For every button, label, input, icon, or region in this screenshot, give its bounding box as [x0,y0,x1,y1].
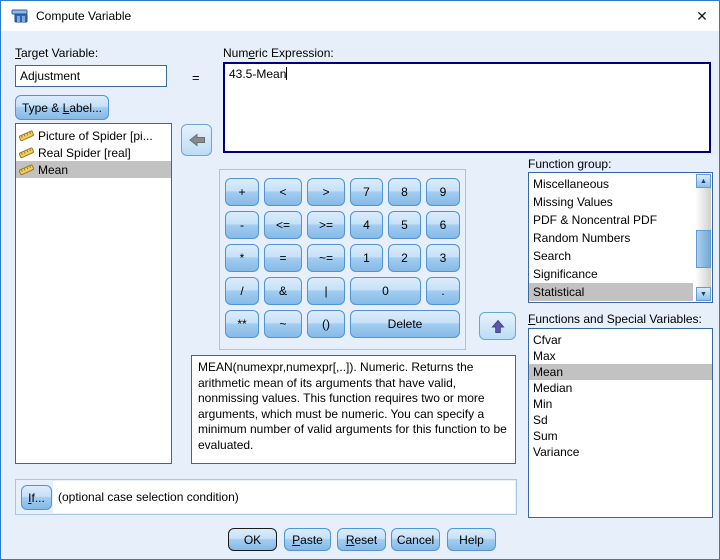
scrollbar-thumb[interactable] [696,230,711,268]
list-item[interactable]: Sd [529,412,712,428]
key-2[interactable]: 2 [388,244,421,272]
scale-measure-icon [19,129,34,142]
list-item[interactable]: Variance [529,444,712,460]
list-item[interactable]: PDF & Noncentral PDF [529,211,693,229]
list-item[interactable]: Max [529,348,712,364]
key-equal[interactable]: = [264,244,302,272]
scale-measure-icon [19,146,34,159]
functions-list[interactable]: Cfvar Max Mean Median Min Sd Sum Varianc… [528,328,713,518]
key-delete[interactable]: Delete [350,310,460,338]
key-not[interactable]: ~ [264,310,302,338]
function-group-list[interactable]: Miscellaneous Missing Values PDF & Nonce… [528,172,713,303]
compute-variable-dialog: Compute Variable ✕ Target Variable: = Ty… [0,0,720,560]
key-1[interactable]: 1 [350,244,383,272]
key-multiply[interactable]: * [225,244,259,272]
text-caret [286,67,288,80]
title-bar: Compute Variable ✕ [1,1,719,31]
key-plus[interactable]: + [225,178,259,206]
scale-measure-icon [19,163,34,176]
variable-name: Picture of Spider [pi... [38,128,153,143]
case-selection-group: (optional case selection condition) If..… [15,479,517,515]
scroll-down-icon[interactable]: ▼ [696,287,711,301]
key-4[interactable]: 4 [350,211,383,239]
dialog-title: Compute Variable [36,9,132,23]
calculator-keypad: + < > 7 8 9 - <= >= 4 5 6 * = ~= 1 2 3 /… [219,169,466,350]
scrollbar[interactable]: ▲ ▼ [696,174,711,301]
list-item-selected[interactable]: Mean [16,161,171,178]
list-item[interactable]: Significance [529,265,693,283]
insert-function-button[interactable] [479,312,516,340]
function-description: MEAN(numexpr,numexpr[,..]). Numeric. Ret… [191,355,516,464]
list-item[interactable]: Median [529,380,712,396]
equals-sign: = [192,70,200,85]
list-item[interactable]: Sum [529,428,712,444]
case-selection-condition: (optional case selection condition) [53,481,515,513]
scroll-up-icon[interactable]: ▲ [696,174,711,188]
key-or[interactable]: | [307,277,345,305]
list-item[interactable]: Random Numbers [529,229,693,247]
list-item[interactable]: Cfvar [529,332,712,348]
key-decimal[interactable]: . [426,277,460,305]
key-7[interactable]: 7 [350,178,383,206]
cancel-button[interactable]: Cancel [391,528,440,551]
variable-list[interactable]: Picture of Spider [pi... Real Spider [re… [15,123,172,464]
key-3[interactable]: 3 [426,244,460,272]
key-6[interactable]: 6 [426,211,460,239]
key-0[interactable]: 0 [350,277,421,305]
function-group-label: Function group: [528,157,612,171]
list-item[interactable]: Missing Values [529,193,693,211]
key-less-than[interactable]: < [264,178,302,206]
key-greater-than[interactable]: > [307,178,345,206]
list-item[interactable]: Search [529,247,693,265]
arrow-up-icon [490,319,505,334]
type-and-label-button[interactable]: Type & Label... [15,95,109,120]
target-variable-input[interactable] [15,65,167,87]
key-5[interactable]: 5 [388,211,421,239]
expression-text: 43.5-Mean [229,67,287,81]
key-greater-equal[interactable]: >= [307,211,345,239]
key-9[interactable]: 9 [426,178,460,206]
app-icon [11,8,28,24]
functions-label: Functions and Special Variables: [528,312,702,326]
list-item[interactable]: Miscellaneous [529,175,693,193]
key-minus[interactable]: - [225,211,259,239]
if-button[interactable]: If... [21,485,52,510]
ok-button[interactable]: OK [228,528,277,551]
key-and[interactable]: & [264,277,302,305]
target-variable-label: Target Variable: [15,46,99,60]
key-parentheses[interactable]: () [307,310,345,338]
list-item-selected[interactable]: Statistical [529,283,693,301]
transfer-variable-button[interactable] [181,124,212,156]
numeric-expression-input[interactable]: 43.5-Mean [223,62,711,153]
help-button[interactable]: Help [447,528,496,551]
arrow-left-icon [188,133,206,147]
key-8[interactable]: 8 [388,178,421,206]
key-divide[interactable]: / [225,277,259,305]
list-item[interactable]: Real Spider [real] [16,144,171,161]
list-item-selected[interactable]: Mean [529,364,712,380]
key-power[interactable]: ** [225,310,259,338]
variable-name: Real Spider [real] [38,145,131,160]
list-item[interactable]: Picture of Spider [pi... [16,127,171,144]
numeric-expression-label: Numeric Expression: [223,46,334,60]
key-less-equal[interactable]: <= [264,211,302,239]
close-icon[interactable]: ✕ [685,1,719,31]
reset-button[interactable]: Reset [337,528,386,551]
variable-name: Mean [38,162,69,177]
key-not-equal[interactable]: ~= [307,244,345,272]
paste-button[interactable]: Paste [284,528,331,551]
list-item[interactable]: Min [529,396,712,412]
